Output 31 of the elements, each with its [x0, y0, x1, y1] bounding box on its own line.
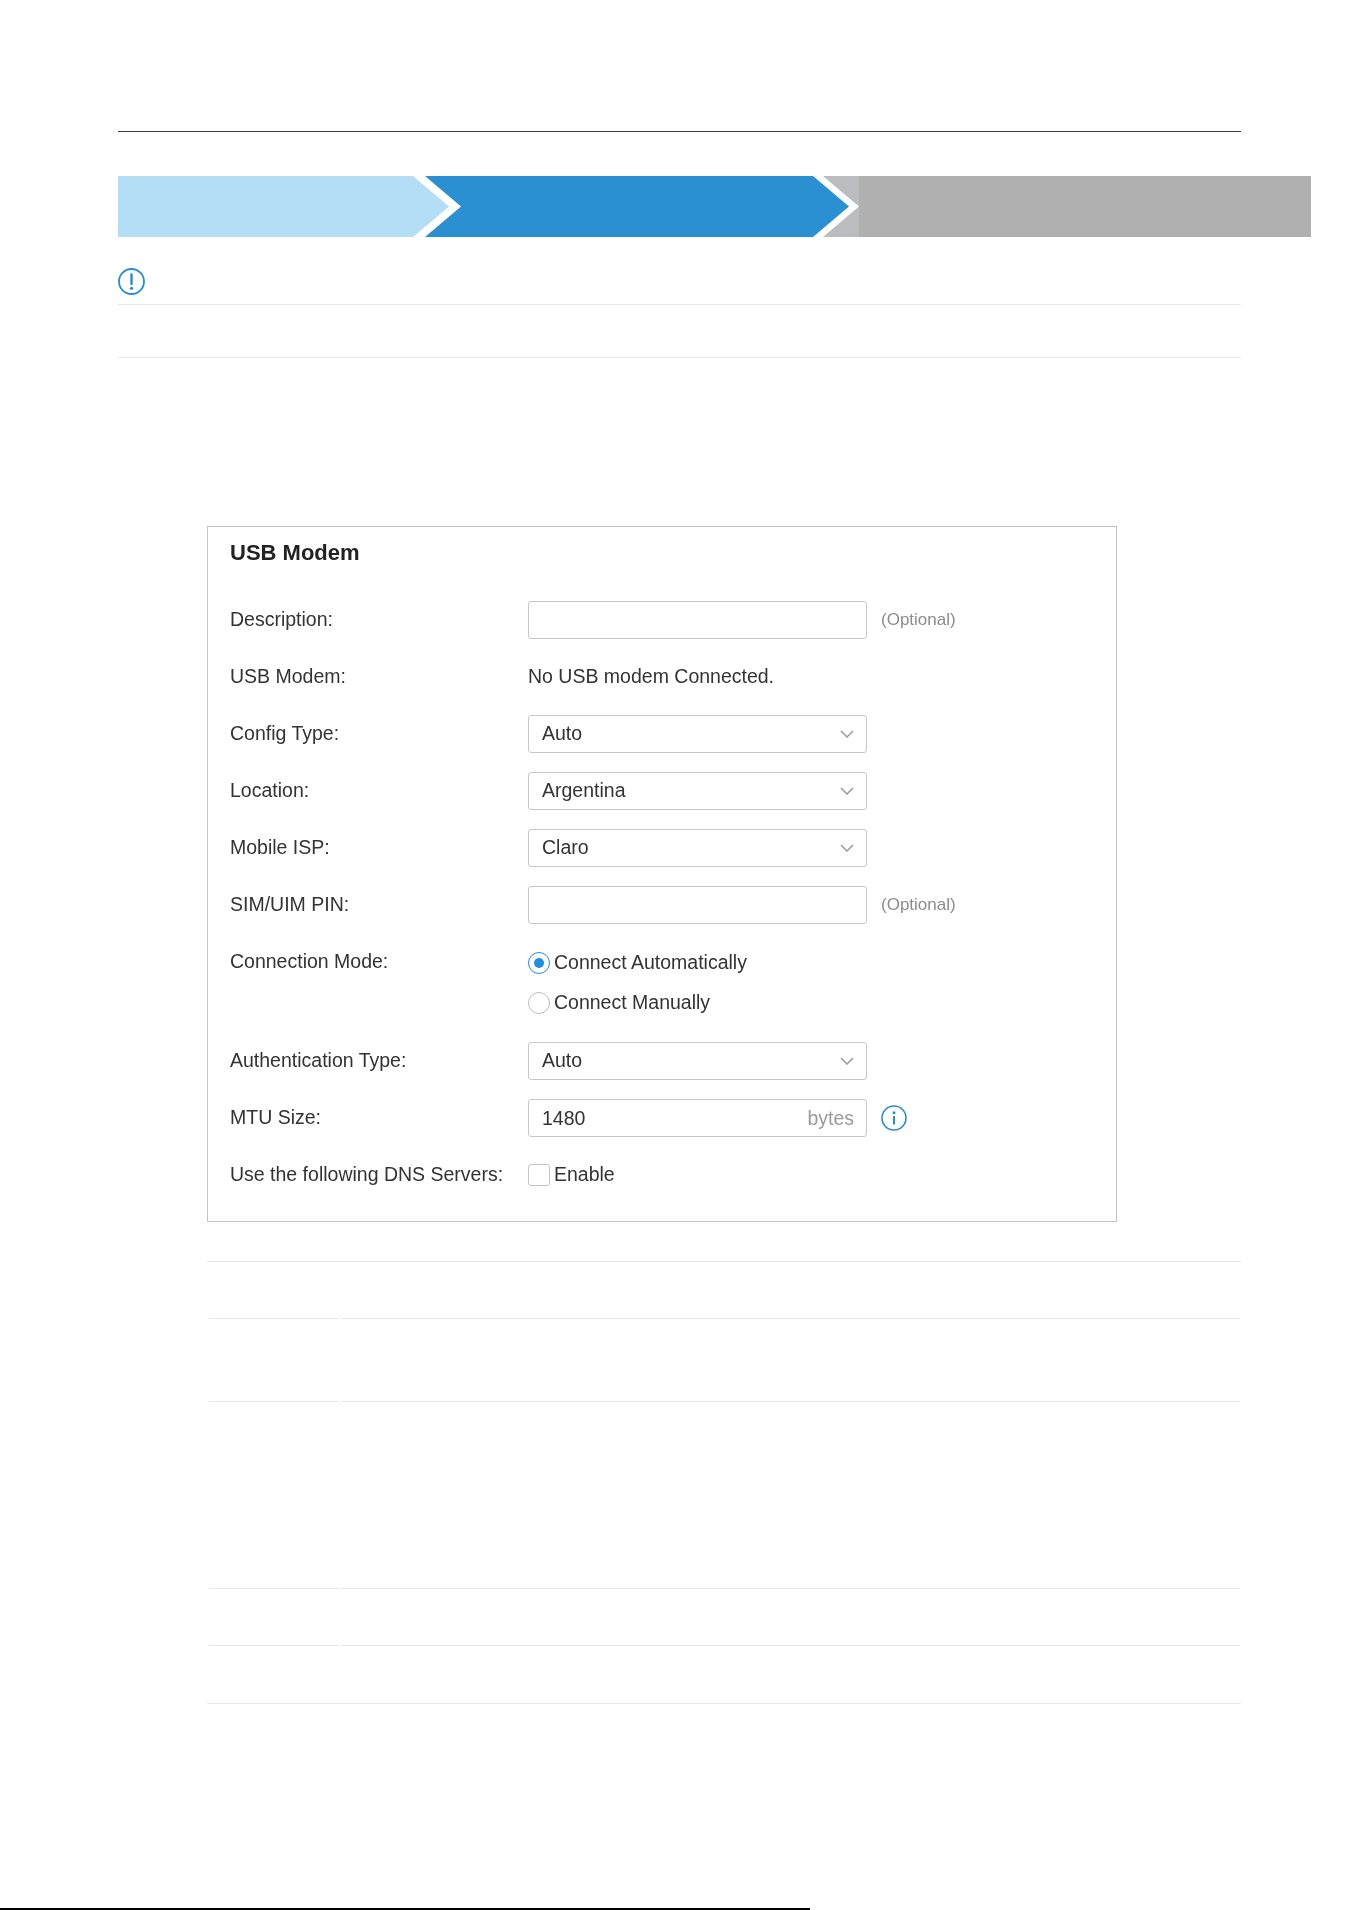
panel-title: USB Modem — [230, 539, 360, 567]
checkbox[interactable] — [528, 1164, 550, 1186]
field-label: SIM/UIM PIN: — [230, 892, 350, 918]
field-label: USB Modem: — [230, 664, 346, 690]
text-input-field[interactable] — [528, 886, 867, 924]
exclamation-icon — [118, 268, 145, 295]
dropdown-select[interactable]: Argentina — [528, 772, 867, 810]
status-text: No USB modem Connected. — [528, 664, 775, 690]
unit-label: bytes — [807, 1106, 854, 1131]
checkbox-label[interactable]: Enable — [554, 1160, 615, 1190]
chevron-down-icon — [840, 1057, 854, 1065]
field-label: Connection Mode: — [230, 949, 389, 975]
optional-hint: (Optional) — [881, 609, 956, 632]
field-label: Authentication Type: — [230, 1048, 407, 1074]
field-label: Config Type: — [230, 721, 340, 747]
field-label: Location: — [230, 778, 310, 804]
optional-hint: (Optional) — [881, 894, 956, 917]
field-label: Use the following DNS Servers: — [230, 1162, 504, 1188]
chevron-down-icon — [840, 787, 854, 795]
dropdown-select[interactable]: Claro — [528, 829, 867, 867]
dropdown-select[interactable]: Auto — [528, 715, 867, 753]
text-input-field[interactable] — [528, 601, 867, 639]
field-label: MTU Size: — [230, 1105, 321, 1131]
field-label: Mobile ISP: — [230, 835, 330, 861]
dropdown-select[interactable]: Auto — [528, 1042, 867, 1080]
chevron-down-icon — [840, 844, 854, 852]
field-label: Description: — [230, 607, 333, 633]
chevron-down-icon — [840, 730, 854, 738]
radio-label[interactable]: Connect Automatically — [554, 948, 747, 978]
info-icon[interactable] — [881, 1105, 907, 1131]
radio-label[interactable]: Connect Manually — [554, 988, 711, 1018]
